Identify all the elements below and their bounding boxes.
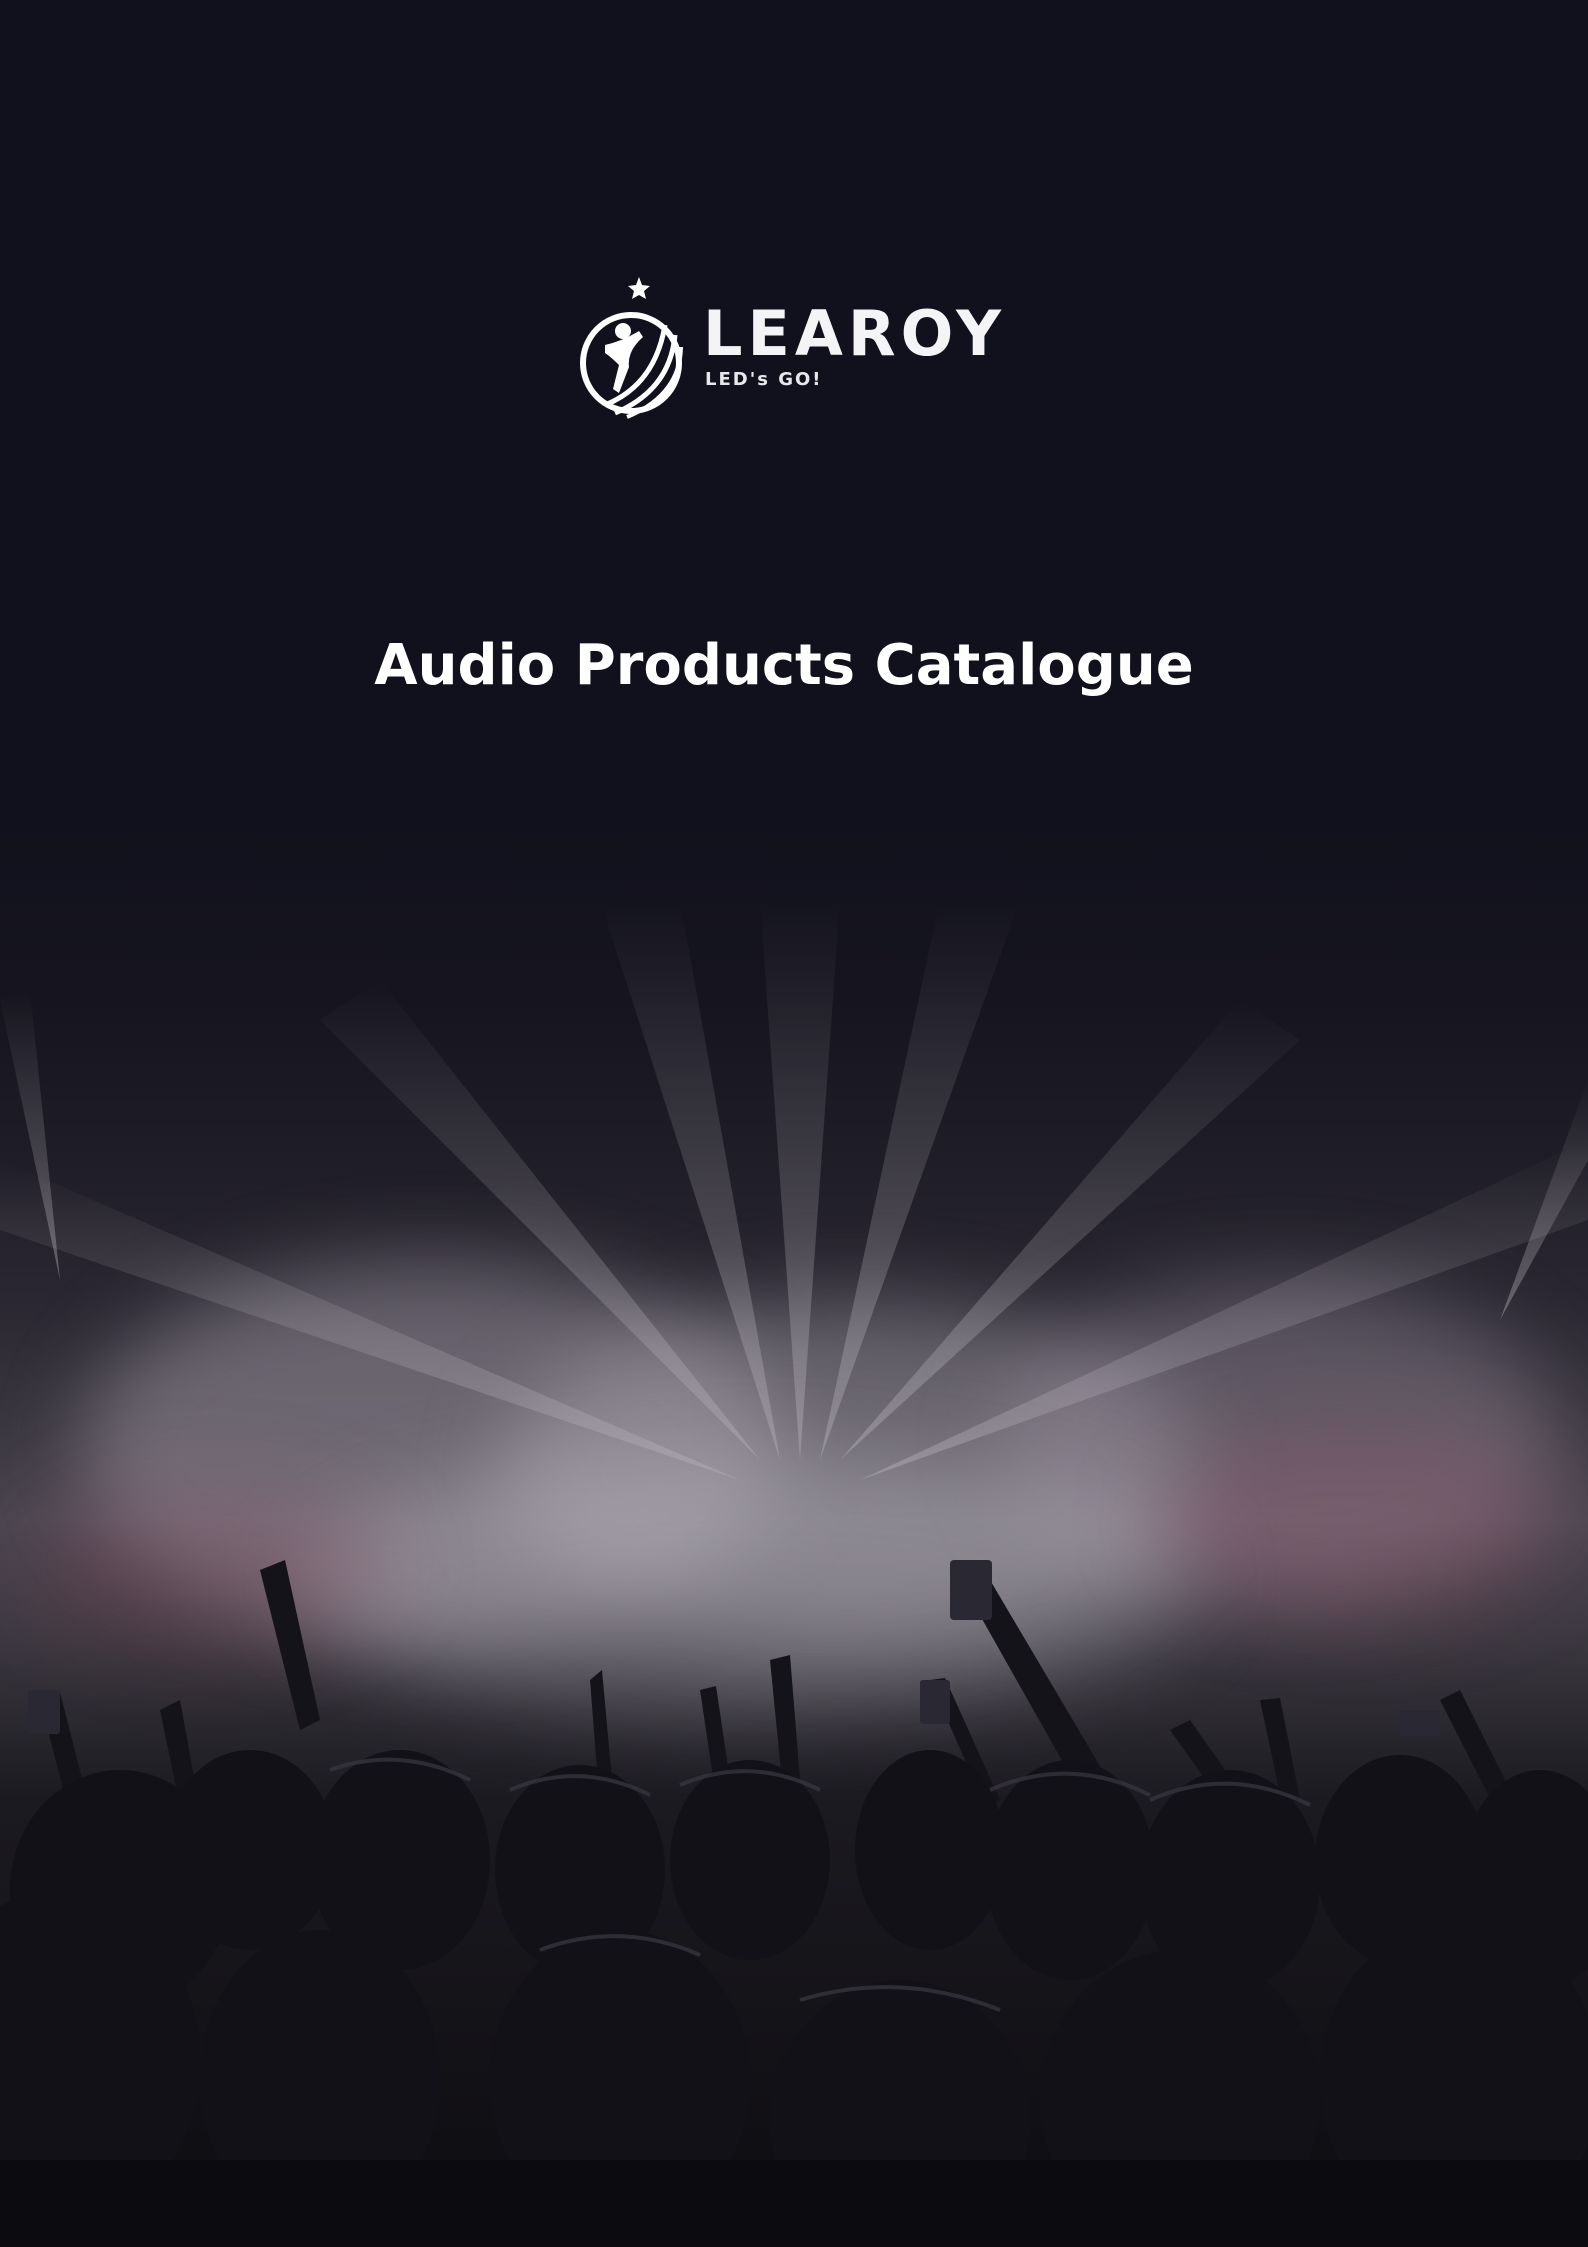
learoy-logo-icon [580, 277, 683, 419]
crowd-silhouette [0, 1560, 1588, 2247]
brand-tagline: LED's GO! [705, 369, 823, 390]
catalogue-title: Audio Products Catalogue [374, 633, 1194, 698]
brand-logo: LEAROY LED's GO! [575, 275, 1001, 435]
brand-name: LEAROY [703, 297, 1006, 370]
catalogue-cover: LEAROY LED's GO! Audio Products Catalogu… [0, 0, 1588, 2247]
